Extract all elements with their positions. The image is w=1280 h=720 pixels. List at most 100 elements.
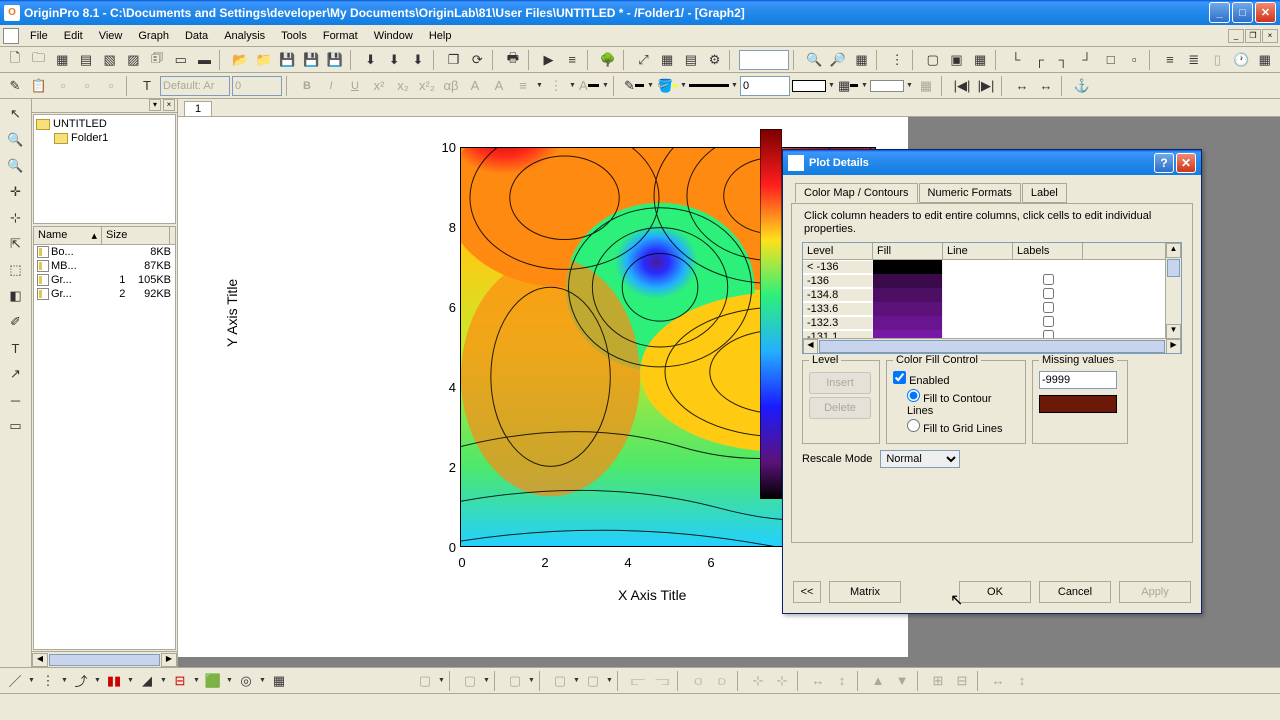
insert-level-button[interactable]: Insert: [809, 372, 871, 394]
font-icon[interactable]: T: [136, 75, 158, 97]
anchor-icon[interactable]: ⚓: [1071, 75, 1093, 97]
label-checkbox[interactable]: [1043, 288, 1054, 299]
template-lib-icon[interactable]: ▦: [268, 670, 290, 692]
text-tool-icon[interactable]: ✎: [4, 75, 26, 97]
menu-window[interactable]: Window: [366, 28, 421, 44]
tab-colormap[interactable]: Color Map / Contours: [795, 183, 918, 203]
fill-cell[interactable]: [873, 288, 943, 302]
table-row[interactable]: -131.1: [803, 330, 1181, 338]
line-icon[interactable]: ─: [5, 389, 27, 411]
bold-icon[interactable]: B: [296, 75, 318, 97]
new-graph-icon[interactable]: ▧: [99, 49, 121, 71]
contour-dd-icon[interactable]: ▼: [226, 677, 233, 684]
level-cell[interactable]: < -136: [803, 261, 873, 273]
zoom-in-icon[interactable]: 🔍: [5, 129, 27, 151]
themes-icon[interactable]: 📋: [28, 75, 50, 97]
vscroll-thumb[interactable]: [1167, 259, 1180, 277]
cancel-button[interactable]: Cancel: [1039, 581, 1111, 603]
scroll-left-icon[interactable]: ◀: [803, 339, 818, 354]
table-row[interactable]: < -136: [803, 260, 1181, 274]
legend2-icon[interactable]: ≣: [1183, 49, 1205, 71]
front-icon[interactable]: ▲: [867, 670, 889, 692]
same-height-icon[interactable]: ↕: [831, 670, 853, 692]
fill-grid-radio-label[interactable]: Fill to Grid Lines: [893, 419, 1019, 435]
scatter-plot-icon[interactable]: ⋮: [37, 670, 59, 692]
align-v-dd-icon[interactable]: ▼: [569, 82, 576, 89]
y-axis-title[interactable]: Y Axis Title: [224, 279, 240, 347]
project-explorer-icon[interactable]: 🔍: [803, 49, 825, 71]
area-plot-icon[interactable]: ◢: [136, 670, 158, 692]
line-style-preview[interactable]: [689, 84, 729, 87]
data-selector-icon[interactable]: ⇱: [5, 233, 27, 255]
rescale-mode-select[interactable]: Normal: [880, 450, 960, 468]
new-project-icon[interactable]: 🗋: [4, 49, 26, 71]
menu-data[interactable]: Data: [177, 28, 216, 44]
menu-analysis[interactable]: Analysis: [216, 28, 273, 44]
label-cell[interactable]: [1013, 316, 1083, 330]
time-icon[interactable]: 🕐: [1230, 49, 1252, 71]
level-cell[interactable]: -136: [803, 275, 873, 287]
hatch-preview[interactable]: [870, 80, 904, 92]
arrow-icon[interactable]: ↗: [5, 363, 27, 385]
save-template-icon[interactable]: 💾: [300, 49, 322, 71]
menu-tools[interactable]: Tools: [273, 28, 315, 44]
text-icon[interactable]: T: [5, 337, 27, 359]
extract-icon[interactable]: ▣: [946, 49, 968, 71]
dd-icon[interactable]: ▼: [528, 677, 535, 684]
open-template-icon[interactable]: 📁: [253, 49, 275, 71]
greek-icon[interactable]: αβ: [440, 75, 462, 97]
slide-show-icon[interactable]: ▶: [538, 49, 560, 71]
arrow-begin-icon[interactable]: ↔: [1011, 75, 1033, 97]
table-row[interactable]: -132.3: [803, 316, 1181, 330]
import-wizard-icon[interactable]: ⬇: [360, 49, 382, 71]
project-tree[interactable]: UNTITLED Folder1: [33, 114, 176, 224]
font-size-combo[interactable]: 0: [232, 76, 282, 96]
missing-value-input[interactable]: [1039, 371, 1117, 389]
dialog-titlebar[interactable]: Plot Details ? ✕: [783, 150, 1201, 175]
print-icon[interactable]: 🖶: [502, 49, 524, 71]
enabled-checkbox[interactable]: [893, 371, 906, 384]
fill-cell[interactable]: [873, 260, 943, 274]
fill-color-icon[interactable]: 🪣: [656, 75, 678, 97]
save-project-icon[interactable]: 💾: [324, 49, 346, 71]
apply-button[interactable]: Apply: [1119, 581, 1191, 603]
merge-icon[interactable]: ▦: [969, 49, 991, 71]
table-row[interactable]: -133.6: [803, 302, 1181, 316]
grid-header-fill[interactable]: Fill: [873, 243, 943, 259]
scatter-plot-dd-icon[interactable]: ▼: [61, 677, 68, 684]
menu-edit[interactable]: Edit: [56, 28, 91, 44]
font-combo[interactable]: Default: Ar: [160, 76, 230, 96]
xfunction-icon[interactable]: ⋮: [886, 49, 908, 71]
list-item[interactable]: Bo...8KB: [34, 245, 175, 259]
dialog-close-button[interactable]: ✕: [1176, 153, 1196, 173]
ok-button[interactable]: OK: [959, 581, 1031, 603]
label-checkbox[interactable]: [1043, 274, 1054, 285]
line-symbol-dd-icon[interactable]: ▼: [94, 677, 101, 684]
level-cell[interactable]: -131.1: [803, 331, 873, 338]
pe-pin-icon[interactable]: ▾: [149, 99, 161, 111]
legend-icon[interactable]: ≡: [1159, 49, 1181, 71]
new-notes-icon[interactable]: 🗊: [146, 49, 168, 71]
obj-edit-2-icon[interactable]: ▢: [459, 670, 481, 692]
column-dd-icon[interactable]: ▼: [127, 677, 134, 684]
pointer-icon[interactable]: ↖: [5, 103, 27, 125]
unmask-icon[interactable]: |▶|: [975, 75, 997, 97]
mdi-close-button[interactable]: ×: [1262, 29, 1278, 43]
fill-pattern-dd-icon[interactable]: ▼: [828, 82, 835, 89]
mask-tool-icon[interactable]: ◧: [5, 285, 27, 307]
table-row[interactable]: -136: [803, 274, 1181, 288]
mdi-minimize-button[interactable]: _: [1228, 29, 1244, 43]
level-cell[interactable]: -132.3: [803, 317, 873, 329]
underline-icon[interactable]: U: [344, 75, 366, 97]
align-right-icon[interactable]: ⫎: [651, 670, 673, 692]
import-multi-icon[interactable]: ⬇: [407, 49, 429, 71]
delete-level-button[interactable]: Delete: [809, 397, 871, 419]
tree-root[interactable]: UNTITLED: [36, 117, 173, 131]
data-reader-icon[interactable]: ⊹: [5, 207, 27, 229]
axis-icon-1[interactable]: └: [1005, 49, 1027, 71]
close-button[interactable]: ✕: [1255, 2, 1276, 23]
tree-child[interactable]: Folder1: [36, 131, 173, 145]
maximize-button[interactable]: □: [1232, 2, 1253, 23]
minimize-button[interactable]: _: [1209, 2, 1230, 23]
scroll-right-icon[interactable]: ▶: [161, 653, 177, 667]
